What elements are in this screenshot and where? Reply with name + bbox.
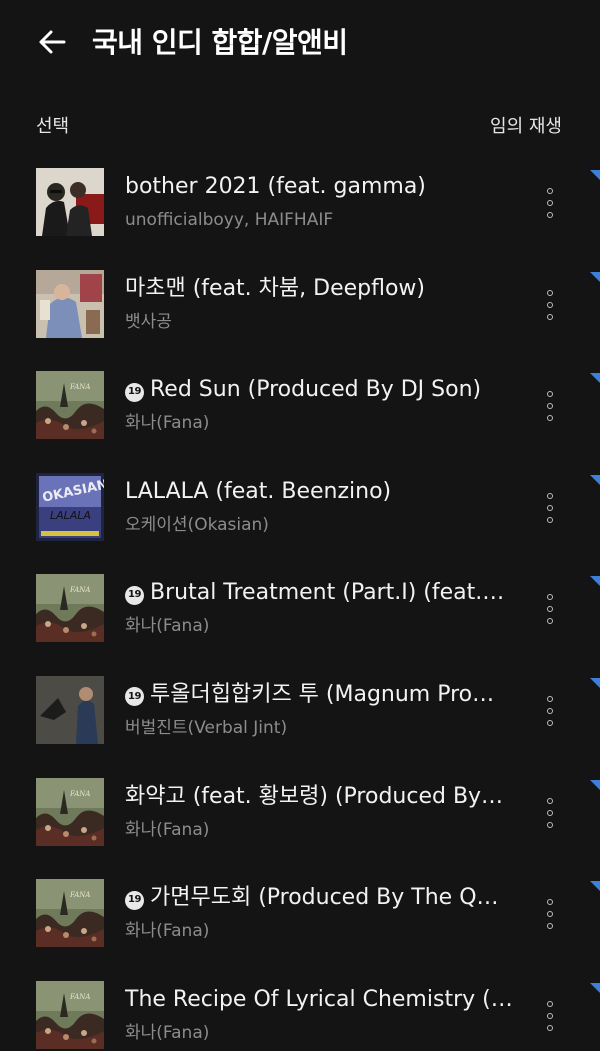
album-cover [36,676,104,744]
album-cover [36,371,104,439]
track-artist: 화나(Fana) [125,921,210,942]
track-row[interactable]: 마초맨 (feat. 차붐, Deepflow) 뱃사공 [0,254,600,356]
corner-indicator [590,779,600,790]
corner-indicator [590,677,600,688]
explicit-badge-icon: 19 [125,382,144,402]
track-title: The Recipe Of Lyrical Chemistry (… [125,986,513,1012]
more-options-icon[interactable] [538,899,562,930]
select-button[interactable]: 선택 [36,112,69,138]
track-row[interactable]: The Recipe Of Lyrical Chemistry (… 화나(Fa… [0,965,600,1051]
track-title: bother 2021 (feat. gamma) [125,174,426,199]
track-artist: 버벌진트(Verbal Jint) [125,717,288,738]
explicit-badge-icon: 19 [125,687,144,707]
track-title: 화약고 (feat. 황보령) (Produced By… [125,783,504,809]
track-row[interactable]: 19 투올더힙합키즈 투 (Magnum Pro… 버벌진트(Verbal Jin… [0,660,600,762]
arrow-left-icon [39,30,66,54]
app-header: 국내 인디 합합/알앤비 [0,0,600,84]
track-title: 19 Brutal Treatment (Part.I) (feat.… [125,578,515,608]
back-button[interactable] [32,22,72,62]
album-cover [36,168,104,236]
more-options-icon[interactable] [538,695,562,726]
list-toolbar: 선택 임의 재생 [0,100,600,146]
track-row[interactable]: LALALA (feat. Beenzino) 오케이션(Okasian) [0,457,600,559]
more-options-icon[interactable] [538,188,562,218]
corner-indicator [590,881,600,892]
album-cover [36,270,104,338]
track-row[interactable]: 19 가면무도회 (Produced By The Q… 화나(Fana) [0,863,600,965]
album-cover [36,473,104,541]
track-row[interactable]: 19 Brutal Treatment (Part.I) (feat.… 화나(F… [0,558,600,660]
corner-indicator [590,170,600,180]
more-options-icon[interactable] [538,797,562,828]
track-title: 19 투올더힙합키즈 투 (Magnum Pro… [125,680,515,710]
track-title: LALALA (feat. Beenzino) [125,478,392,504]
track-artist: 오케이션(Okasian) [125,514,269,535]
track-artist: unofficialboyy, HAIFHAIF [125,210,334,230]
track-artist: 뱃사공 [125,311,172,332]
album-cover [36,574,104,642]
more-options-icon[interactable] [538,1000,562,1031]
album-cover [36,778,104,846]
track-artist: 화나(Fana) [125,1022,210,1043]
corner-indicator [590,373,600,384]
corner-indicator [590,576,600,587]
track-row[interactable]: 화약고 (feat. 황보령) (Produced By… 화나(Fana) [0,762,600,864]
track-title: 19 Red Sun (Produced By DJ Son) [125,375,515,405]
track-row[interactable]: 19 Red Sun (Produced By DJ Son) 화나(Fana) [0,355,600,457]
page-title: 국내 인디 합합/알앤비 [92,26,348,59]
album-cover [36,981,104,1049]
track-artist: 화나(Fana) [125,413,210,434]
album-cover [36,879,104,947]
more-options-icon[interactable] [538,289,562,320]
corner-indicator [590,474,600,485]
track-list: bother 2021 (feat. gamma) unofficialboyy… [0,152,600,1051]
track-artist: 화나(Fana) [125,616,210,637]
corner-indicator [590,982,600,993]
shuffle-play-button[interactable]: 임의 재생 [490,112,562,138]
explicit-badge-icon: 19 [125,890,144,910]
track-title: 19 가면무도회 (Produced By The Q… [125,883,515,913]
more-options-icon[interactable] [538,594,562,625]
explicit-badge-icon: 19 [125,585,144,605]
more-options-icon[interactable] [538,391,562,422]
track-title: 마초맨 (feat. 차붐, Deepflow) [125,275,426,301]
corner-indicator [590,271,600,282]
track-row[interactable]: bother 2021 (feat. gamma) unofficialboyy… [0,152,600,254]
track-artist: 화나(Fana) [125,819,210,840]
more-options-icon[interactable] [538,492,562,523]
